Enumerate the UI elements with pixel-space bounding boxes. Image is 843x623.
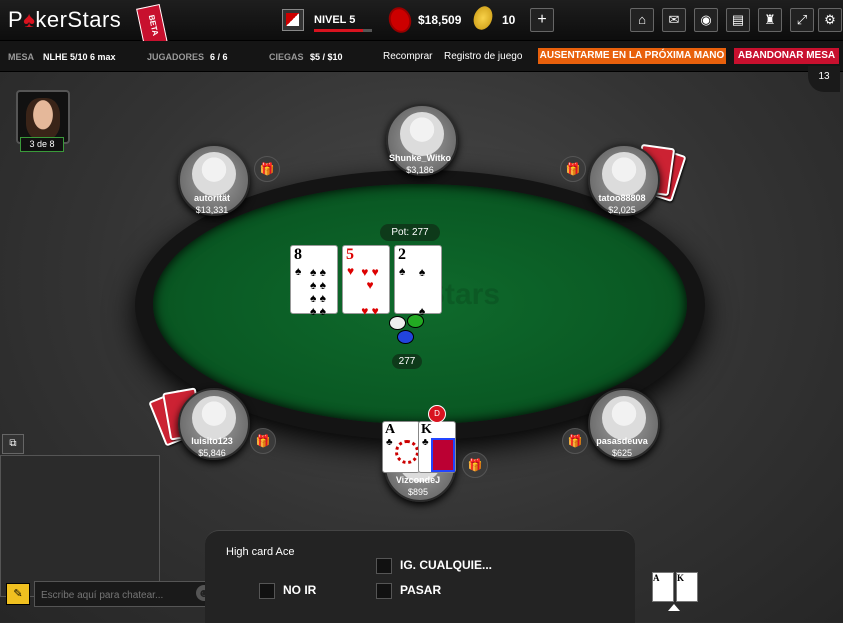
avatar-image	[26, 98, 60, 140]
call-any-label[interactable]: IG. CUALQUIE...	[400, 558, 492, 572]
player-avatar-placeholder	[602, 396, 646, 440]
hero-card: A ♣	[382, 421, 420, 473]
board-card: 8 ♠ ♠ ♠ ♠ ♠ ♠ ♠ ♠ ♠	[290, 245, 338, 318]
board-card: 2 ♠ ♠ ♠	[394, 245, 442, 318]
ciegas-label: CIEGAS	[269, 52, 304, 62]
top-bar: P♠kerStars BETA NIVEL 5 $18,509 10 + ⌂ ✉…	[0, 0, 843, 49]
player-name: tatoo88808	[598, 193, 646, 203]
player-avatar-placeholder	[400, 112, 444, 156]
player-avatar-placeholder	[192, 396, 236, 440]
avatar-page-badge: 3 de 8	[20, 137, 64, 152]
chat-input-box: ☻	[34, 581, 218, 607]
table-info-bar: MESA NLHE 5/10 6 max JUGADORES 6 / 6 CIE…	[0, 41, 843, 72]
chat-popout-icon[interactable]: ⧉	[2, 434, 24, 454]
card-suit: ♠	[399, 264, 406, 278]
add-funds-button[interactable]: +	[530, 8, 554, 32]
bet-amount: 277	[392, 354, 422, 369]
player-name: VizcondeJ	[395, 475, 441, 485]
card-suit: ♣	[386, 437, 393, 448]
bet-chips	[387, 314, 427, 354]
card-suit: ♣	[422, 437, 429, 448]
chat-toggle-icon[interactable]: ✎	[6, 583, 30, 605]
rewards-icon[interactable]: ◉	[694, 8, 718, 32]
cashier-icon[interactable]: ▤	[726, 8, 750, 32]
player-stack: $5,846	[198, 448, 226, 458]
hero-card: K ♣	[418, 421, 456, 473]
card-rank: A	[385, 422, 396, 437]
card-suit: ♠	[295, 264, 302, 278]
board-card: 5 ♥ ♥ ♥ ♥ ♥ ♥	[342, 245, 390, 318]
dealer-button: D	[428, 405, 446, 423]
hand-description: High card Ace	[226, 546, 295, 558]
player-stack: $895	[407, 487, 429, 497]
hand-history-link[interactable]: Registro de juego	[444, 51, 522, 62]
hand-preview[interactable]: A K	[652, 572, 698, 602]
chip-icon	[385, 4, 415, 36]
fold-label[interactable]: NO IR	[283, 583, 316, 597]
lobby-icon[interactable]: ♜	[758, 8, 782, 32]
jugadores-value: 6 / 6	[210, 52, 228, 62]
action-panel	[205, 530, 635, 623]
level-label[interactable]: NIVEL 5	[314, 14, 355, 26]
fullscreen-icon[interactable]: ⤢	[790, 8, 814, 32]
level-progress-bar	[314, 29, 372, 32]
player-stack: $2,025	[608, 205, 636, 215]
player-stack: $625	[611, 448, 633, 458]
player-name: autorität	[194, 193, 230, 203]
balance: $18,509	[418, 13, 462, 27]
card-rank: 2	[398, 246, 406, 263]
arrow-up-icon	[668, 604, 680, 611]
jugadores-label: JUGADORES	[147, 52, 205, 62]
mesa-label: MESA	[8, 52, 35, 62]
home-icon[interactable]: ⌂	[630, 8, 654, 32]
mini-card: K	[676, 572, 698, 602]
level-icon	[282, 9, 304, 31]
tables-count-badge[interactable]: 13	[808, 66, 840, 92]
player-avatar-placeholder	[602, 152, 646, 196]
leave-table-button[interactable]: ABANDONAR MESA	[734, 48, 839, 64]
coin-icon	[470, 3, 496, 33]
pot-value: 277	[411, 227, 429, 238]
sit-out-next-hand-button[interactable]: AUSENTARME EN LA PRÓXIMA MANO	[538, 48, 726, 64]
level-progress-fill	[314, 29, 364, 32]
check-label[interactable]: PASAR	[400, 583, 441, 597]
gift-icon[interactable]: 🎁	[254, 156, 280, 182]
player-avatar-placeholder	[192, 152, 236, 196]
gift-icon[interactable]: 🎁	[560, 156, 586, 182]
card-rank: 8	[294, 246, 302, 263]
gift-icon[interactable]: 🎁	[250, 428, 276, 454]
pot-display: Pot: 277	[380, 224, 440, 241]
gift-icon[interactable]: 🎁	[562, 428, 588, 454]
card-rank: K	[421, 422, 432, 437]
player-name: Shunke_Witko	[389, 153, 451, 163]
rebuy-link[interactable]: Recomprar	[383, 51, 432, 62]
chat-input[interactable]	[39, 586, 193, 604]
mesa-value: NLHE 5/10 6 max	[43, 52, 116, 62]
pot-label: Pot:	[391, 227, 410, 238]
player-avatar[interactable]	[16, 90, 70, 144]
card-rank: 5	[346, 246, 354, 263]
fold-checkbox[interactable]	[259, 583, 275, 599]
pokerstars-logo[interactable]: P♠kerStars	[8, 7, 121, 33]
check-checkbox[interactable]	[376, 583, 392, 599]
settings-icon[interactable]: ⚙	[818, 8, 842, 32]
player-stack: $3,186	[406, 165, 434, 175]
player-name: luisito123	[191, 436, 233, 446]
ciegas-value: $5 / $10	[310, 52, 343, 62]
mini-card: A	[652, 572, 674, 602]
chat-panel	[0, 455, 160, 597]
coins-count: 10	[502, 13, 516, 27]
card-suit: ♥	[347, 264, 355, 278]
call-any-checkbox[interactable]	[376, 558, 392, 574]
player-stack: $13,331	[195, 205, 229, 215]
mail-icon[interactable]: ✉	[662, 8, 686, 32]
